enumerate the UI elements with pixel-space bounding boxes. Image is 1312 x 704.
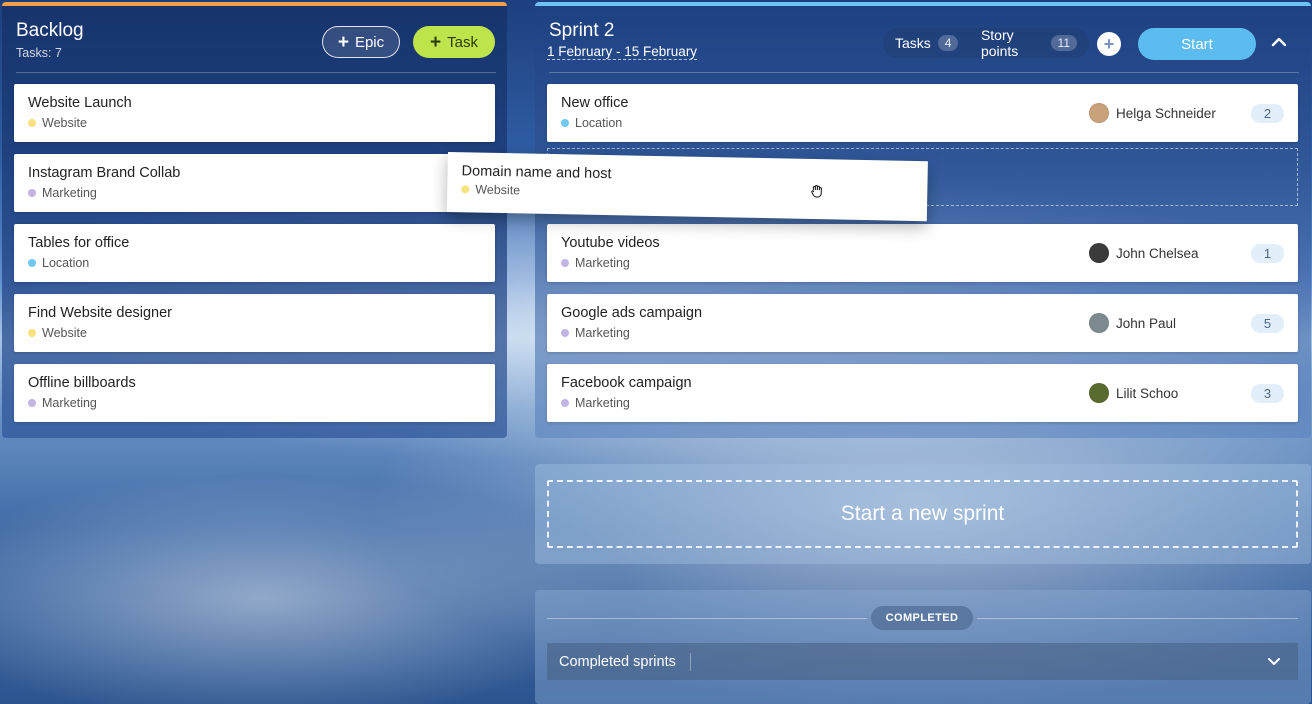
card-tag: Marketing [28, 186, 97, 200]
card-tag: Marketing [561, 256, 630, 270]
card-title: Youtube videos [561, 235, 660, 251]
card-title: Find Website designer [28, 305, 173, 321]
add-task-label: Task [447, 33, 478, 51]
card-tag-label: Location [575, 116, 623, 130]
start-sprint-button[interactable]: Start [1138, 28, 1256, 60]
completed-divider [977, 618, 1298, 619]
tag-dot-icon [28, 399, 36, 407]
card-title: Domain name and host [461, 163, 612, 183]
sprint-title: Sprint 2 [549, 20, 615, 41]
add-epic-button[interactable]: + Epic [322, 26, 400, 58]
card-tag: Marketing [28, 396, 97, 410]
card-tag-label: Location [42, 256, 90, 270]
backlog-card[interactable]: Tables for office Location [14, 224, 495, 282]
tasks-count: 4 [937, 35, 959, 51]
completed-divider [547, 618, 867, 619]
card-tag-label: Marketing [575, 256, 630, 270]
completed-sprints-label: Completed sprints [559, 653, 676, 670]
card-title: Offline billboards [28, 375, 136, 391]
sprint-dates[interactable]: 1 February - 15 February [547, 44, 698, 60]
assignee-name: Lilit Schoo [1116, 385, 1179, 401]
tasks-label: Tasks [895, 35, 931, 51]
backlog-card[interactable]: Instagram Brand Collab Marketing [14, 154, 495, 212]
card-title: Instagram Brand Collab [28, 165, 181, 181]
story-points-badge[interactable]: 5 [1251, 314, 1284, 333]
grab-hand-icon [811, 185, 822, 198]
card-title: Facebook campaign [561, 375, 692, 391]
card-tag-label: Marketing [42, 396, 97, 410]
avatar [1089, 383, 1109, 403]
card-tag-label: Website [42, 326, 87, 340]
card-tag: Website [28, 116, 87, 130]
assignee[interactable]: Lilit Schoo [1089, 383, 1178, 403]
tag-dot-icon [28, 189, 36, 197]
assignee[interactable]: John Chelsea [1089, 243, 1199, 263]
assignee-name: Helga Schneider [1116, 105, 1216, 121]
tag-dot-icon [561, 329, 569, 337]
card-title: Website Launch [28, 95, 132, 111]
sprint-card[interactable]: Facebook campaign Marketing Lilit Schoo … [547, 364, 1298, 422]
sprint-card[interactable]: New office Location Helga Schneider 2 [547, 84, 1298, 142]
completed-sprints-toggle[interactable]: Completed sprints [547, 643, 1298, 680]
backlog-title: Backlog [16, 20, 84, 41]
plus-icon: + [430, 31, 442, 53]
card-tag: Website [461, 182, 520, 197]
card-tag: Location [561, 116, 622, 130]
add-task-button[interactable]: + Task [413, 26, 495, 58]
header-divider [16, 72, 496, 73]
chevron-up-icon[interactable] [1269, 32, 1289, 52]
card-title: Tables for office [28, 235, 130, 251]
backlog-card[interactable]: Find Website designer Website [14, 294, 495, 352]
start-new-sprint-button[interactable]: Start a new sprint [547, 480, 1298, 548]
new-sprint-panel: Start a new sprint [535, 464, 1311, 564]
avatar [1089, 103, 1109, 123]
card-tag-label: Marketing [575, 396, 630, 410]
chevron-down-icon[interactable] [1266, 653, 1282, 669]
story-points-count: 11 [1050, 35, 1077, 51]
story-points-label: Story points [980, 27, 1019, 59]
assignee-name: John Paul [1116, 315, 1177, 331]
story-points-badge[interactable]: 1 [1251, 244, 1284, 263]
tag-dot-icon [28, 119, 36, 127]
story-points-badge[interactable]: 3 [1251, 384, 1284, 403]
tag-dot-icon [28, 329, 36, 337]
plus-icon: + [337, 31, 349, 53]
card-tag: Marketing [561, 326, 630, 340]
add-epic-label: Epic [354, 33, 385, 51]
avatar [1089, 243, 1109, 263]
story-points-badge[interactable]: 2 [1251, 104, 1284, 123]
tag-dot-icon [28, 259, 36, 267]
backlog-card[interactable]: Website Launch Website [14, 84, 495, 142]
assignee-name: John Chelsea [1116, 245, 1199, 261]
separator [689, 652, 691, 671]
tag-dot-icon [561, 119, 569, 127]
tag-dot-icon [461, 185, 470, 194]
backlog-card[interactable]: Offline billboards Marketing [14, 364, 495, 422]
card-title: Google ads campaign [561, 305, 703, 321]
card-tag-label: Marketing [575, 326, 630, 340]
assignee[interactable]: John Paul [1089, 313, 1176, 333]
plus-icon: + [1103, 34, 1115, 54]
sprint-card[interactable]: Google ads campaign Marketing John Paul … [547, 294, 1298, 352]
avatar [1089, 313, 1109, 333]
assignee[interactable]: Helga Schneider [1089, 103, 1216, 123]
backlog-panel: Backlog Tasks: 7 + Epic + Task Website L… [2, 2, 507, 438]
completed-panel: COMPLETED Completed sprints [535, 590, 1311, 704]
header-divider [549, 72, 1299, 73]
card-tag: Website [28, 326, 87, 340]
card-tag: Marketing [561, 396, 630, 410]
add-sprint-task-button[interactable]: + [1097, 32, 1121, 56]
dragging-card[interactable]: Domain name and host Website [446, 152, 928, 222]
sprint-stats: Tasks 4 Story points 11 [883, 27, 1089, 59]
tag-dot-icon [561, 399, 569, 407]
card-tag-label: Marketing [42, 186, 97, 200]
tag-dot-icon [561, 259, 569, 267]
card-tag: Location [28, 256, 89, 270]
card-title: New office [561, 95, 629, 111]
completed-label: COMPLETED [871, 606, 973, 630]
card-tag-label: Website [475, 182, 521, 198]
card-tag-label: Website [42, 116, 87, 130]
backlog-task-count: Tasks: 7 [16, 46, 62, 60]
sprint-card[interactable]: Youtube videos Marketing John Chelsea 1 [547, 224, 1298, 282]
